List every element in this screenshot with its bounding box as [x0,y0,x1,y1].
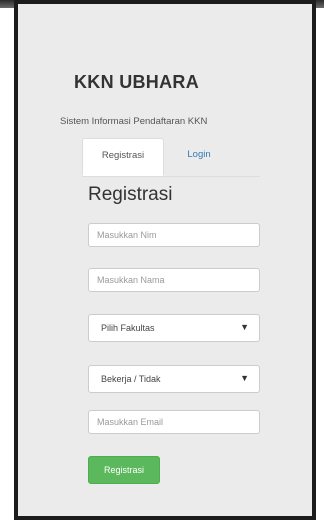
email-input[interactable] [88,410,260,434]
tab-login[interactable]: Login [174,138,224,174]
chevron-down-icon: ▼ [240,373,249,383]
app-frame: KKN UBHARA Sistem Informasi Pendaftaran … [14,0,316,520]
registration-panel: KKN UBHARA Sistem Informasi Pendaftaran … [60,44,282,514]
bekerja-select[interactable]: Bekerja / Tidak ▼ [88,365,260,393]
nama-input[interactable] [88,268,260,292]
nim-input[interactable] [88,223,260,247]
tab-registrasi[interactable]: Registrasi [82,138,164,176]
fakultas-select-value: Pilih Fakultas [101,323,155,333]
fakultas-select[interactable]: Pilih Fakultas ▼ [88,314,260,342]
app-title: KKN UBHARA [74,72,199,92]
registrasi-submit-button[interactable]: Registrasi [88,456,160,484]
chevron-down-icon: ▼ [240,322,249,332]
tab-bar: Registrasi Login [82,138,260,177]
app-subtitle: Sistem Informasi Pendaftaran KKN [60,116,208,127]
bekerja-select-value: Bekerja / Tidak [101,374,161,384]
form-heading: Registrasi [88,184,173,205]
